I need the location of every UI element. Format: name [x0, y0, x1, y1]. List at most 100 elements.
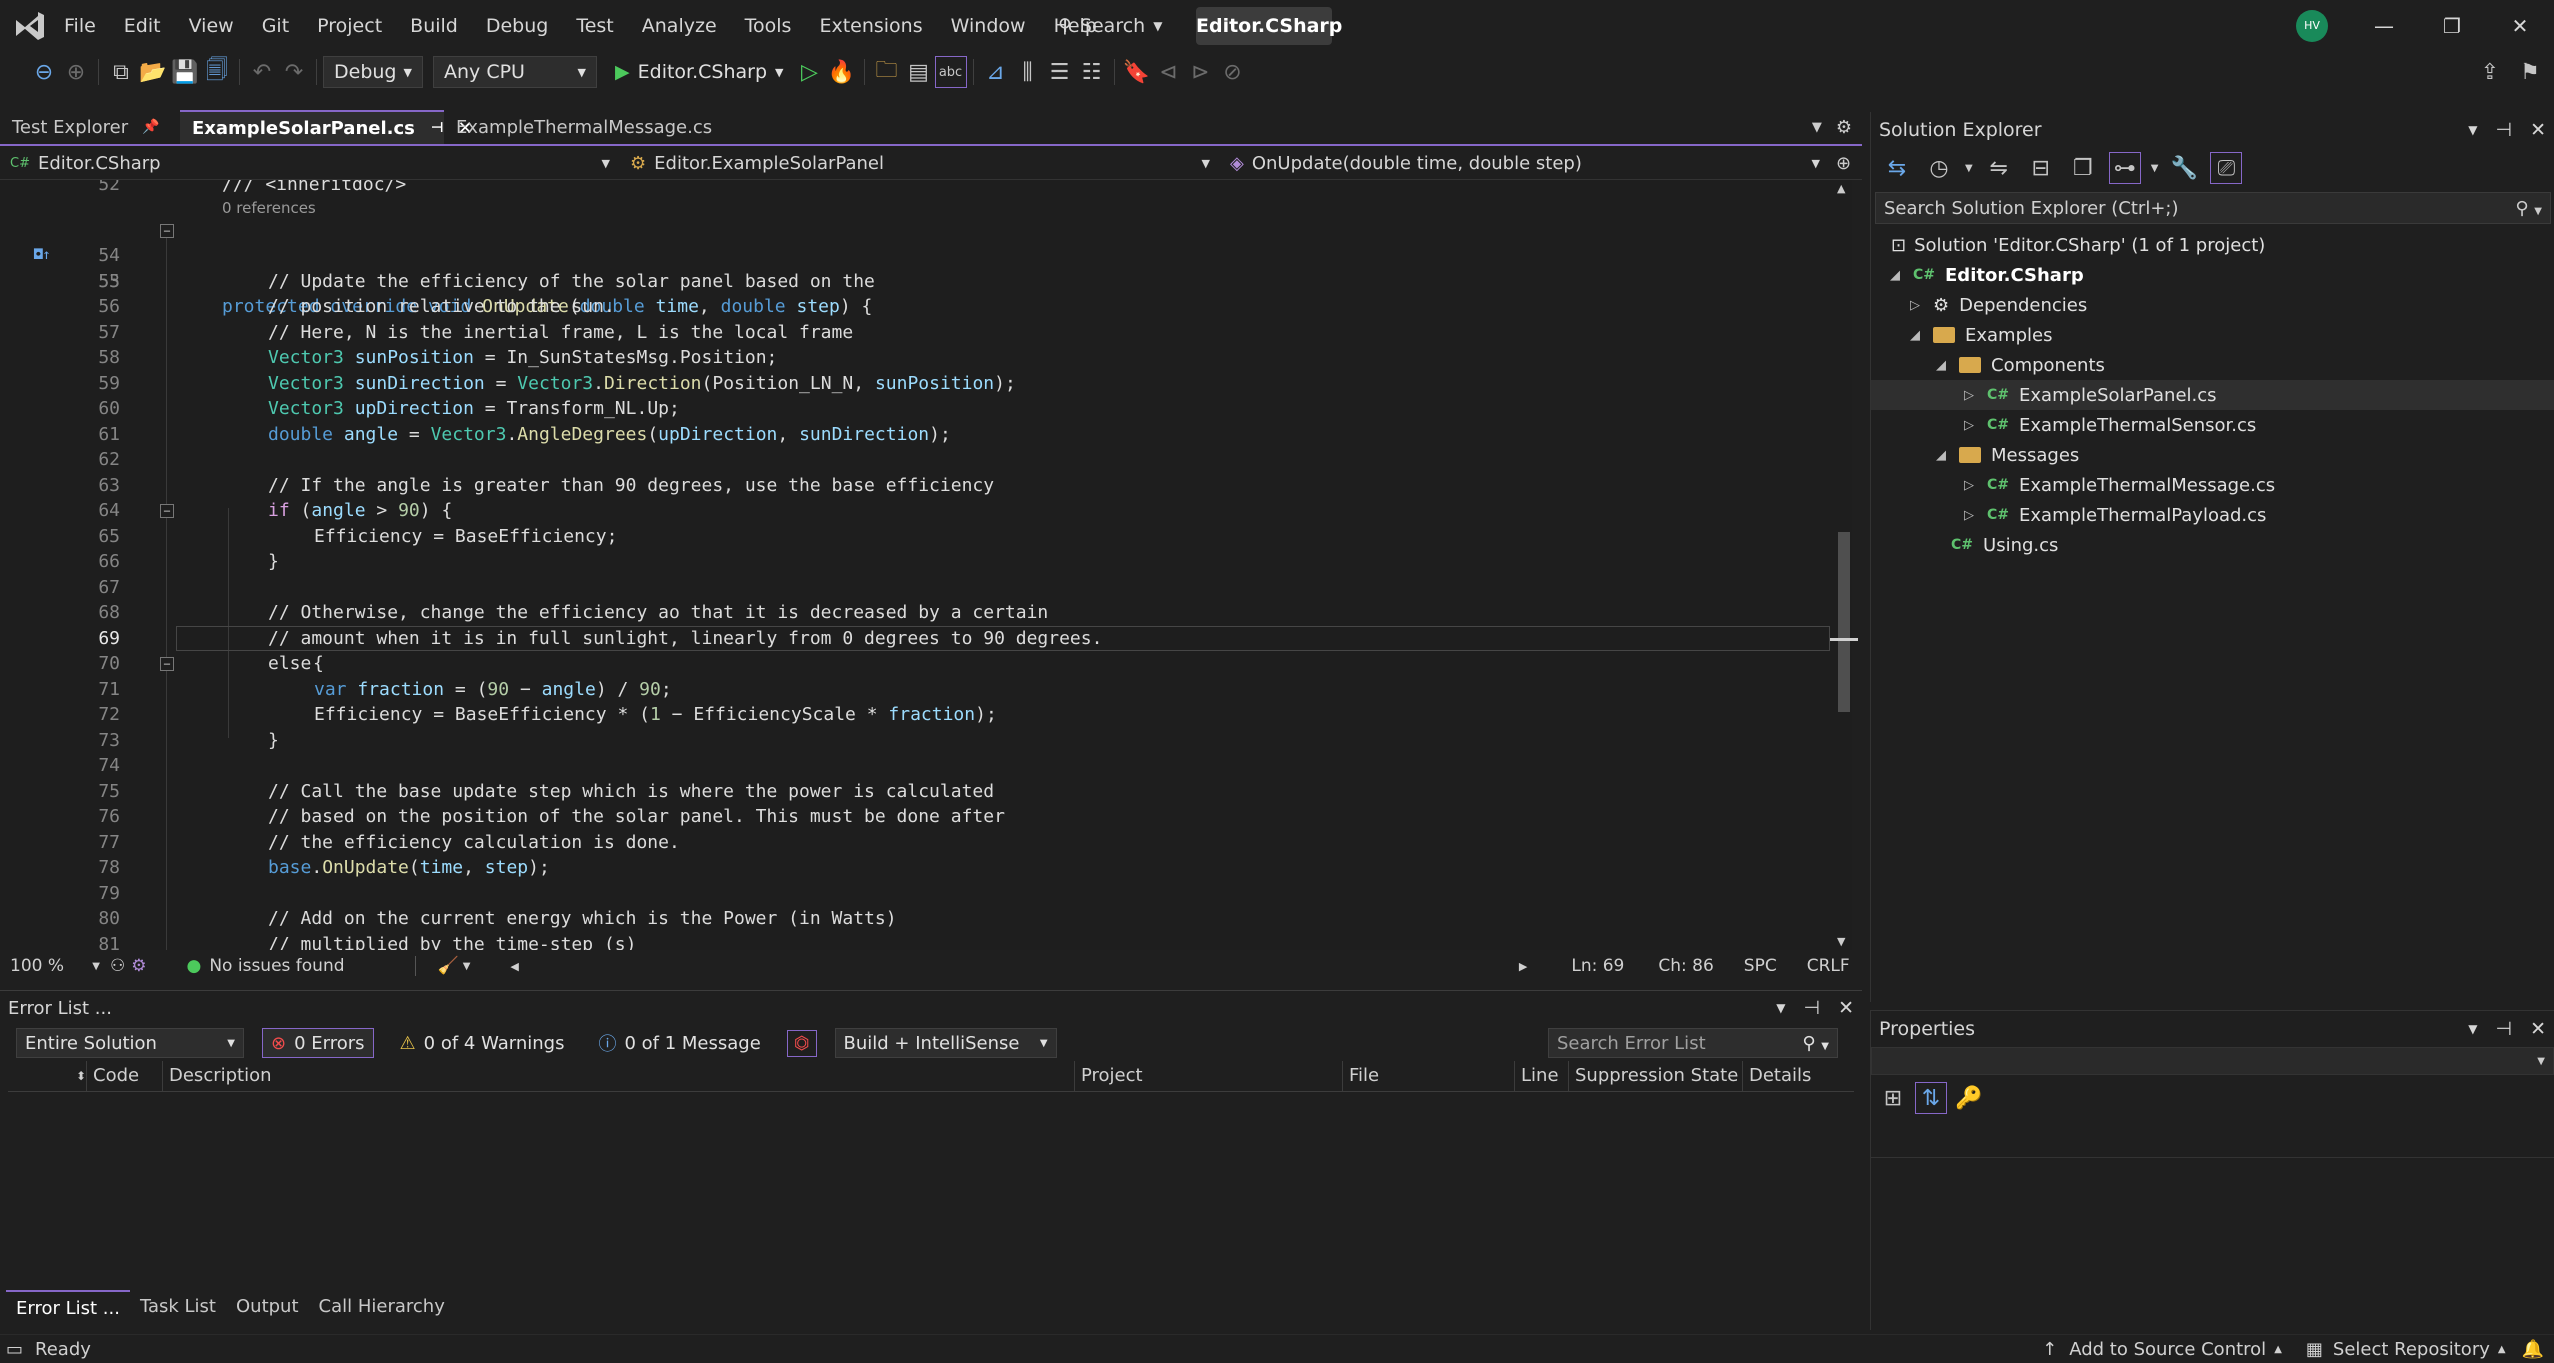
prev-bookmark-icon[interactable]: ⊲ — [1153, 56, 1185, 88]
scroll-left-icon[interactable]: ◀ — [510, 960, 518, 973]
properties-wrench-icon[interactable]: 🔧 — [2168, 152, 2200, 184]
window-position-icon[interactable]: ▼ — [2468, 1022, 2477, 1036]
clear-bookmarks-icon[interactable]: ⊘ — [1217, 56, 1249, 88]
start-debugging-button[interactable]: ▶ Editor.CSharp ▼ — [615, 61, 784, 83]
switch-views-icon[interactable]: ⊶ — [2108, 152, 2141, 184]
messages-filter-button[interactable]: ⓘ 0 of 1 Message — [590, 1028, 768, 1058]
column-details[interactable]: Details — [1742, 1061, 1811, 1091]
forward-icon[interactable]: ⊕ — [60, 56, 92, 88]
member-dropdown[interactable]: ◈ OnUpdate(double time, double step) ▼ — [1220, 148, 1830, 180]
open-folder-icon[interactable]: 📂 — [137, 56, 169, 88]
spell-check-icon[interactable]: abc — [934, 56, 967, 88]
window-position-icon[interactable]: ▼ — [2468, 123, 2477, 137]
undo-icon[interactable]: ↶ — [246, 56, 278, 88]
column-indicator[interactable]: Ch: 86 — [1658, 956, 1713, 976]
tab-example-solar-panel[interactable]: ExampleSolarPanel.cs ⊣ ✕ — [180, 110, 473, 144]
properties-object-select[interactable]: ▼ — [1871, 1047, 2554, 1075]
tree-file-thermal-message[interactable]: ▷ C# ExampleThermalMessage.cs — [1871, 470, 2554, 500]
tree-file-thermal-payload[interactable]: ▷ C# ExampleThermalPayload.cs — [1871, 500, 2554, 530]
code-editor[interactable]: 52/// <inheritdoc/> 0 references ◘↑ 53− … — [0, 180, 1852, 950]
close-icon[interactable]: ✕ — [1838, 997, 1854, 1019]
menu-edit[interactable]: Edit — [110, 0, 175, 52]
configuration-select[interactable]: Debug ▼ — [323, 56, 423, 88]
tab-test-explorer[interactable]: Test Explorer 📌 — [0, 110, 180, 144]
errors-filter-button[interactable]: ⊗ 0 Errors — [262, 1028, 374, 1058]
expanded-arrow-icon[interactable]: ◢ — [1885, 268, 1905, 283]
menu-extensions[interactable]: Extensions — [805, 0, 936, 52]
tree-folder-components[interactable]: ◢ Components — [1871, 350, 2554, 380]
menu-window[interactable]: Window — [937, 0, 1040, 52]
next-bookmark-icon[interactable]: ⊳ — [1185, 56, 1217, 88]
notifications-bell-icon[interactable]: 🔔 — [2522, 1339, 2544, 1360]
tab-task-list[interactable]: Task List — [130, 1290, 226, 1324]
select-repository-button[interactable]: Select Repository — [2333, 1339, 2490, 1360]
pin-icon[interactable]: ⊣ — [1804, 997, 1821, 1019]
menu-test[interactable]: Test — [562, 0, 627, 52]
tab-example-thermal-message[interactable]: ExampleThermalMessage.cs — [444, 110, 740, 144]
save-icon[interactable]: 💾 — [169, 56, 201, 88]
menu-project[interactable]: Project — [303, 0, 396, 52]
preview-icon[interactable]: ⎚ — [2210, 152, 2243, 184]
zoom-dropdown[interactable]: 100 % ▼ — [10, 956, 100, 976]
uncomment-icon[interactable]: ☷ — [1076, 56, 1108, 88]
show-all-files-icon[interactable]: ❐ — [2067, 152, 2099, 184]
editor-scroll-thumb[interactable] — [1838, 532, 1850, 712]
alphabetical-icon[interactable]: ⇅ — [1915, 1082, 1947, 1114]
platform-select[interactable]: Any CPU ▼ — [433, 56, 597, 88]
type-dropdown[interactable]: ⚙ Editor.ExampleSolarPanel ▼ — [620, 148, 1220, 180]
column-code[interactable]: Code — [86, 1061, 139, 1091]
categorized-icon[interactable]: ⊞ — [1877, 1082, 1909, 1114]
collapsed-arrow-icon[interactable]: ▷ — [1959, 508, 1979, 523]
expanded-arrow-icon[interactable]: ◢ — [1905, 328, 1925, 343]
whitespace-indicator[interactable]: SPC — [1744, 956, 1777, 976]
restore-button[interactable]: ❐ — [2418, 0, 2486, 52]
live-share-icon[interactable]: ⇪ — [2474, 56, 2506, 88]
tree-solution[interactable]: ⊡ Solution 'Editor.CSharp' (1 of 1 proje… — [1871, 230, 2554, 260]
tree-file-thermal-sensor[interactable]: ▷ C# ExampleThermalSensor.cs — [1871, 410, 2554, 440]
window-position-icon[interactable]: ▼ — [1776, 1001, 1785, 1015]
add-to-source-control-button[interactable]: Add to Source Control — [2069, 1339, 2266, 1360]
bookmark-icon[interactable]: 🔖 — [1121, 56, 1153, 88]
column-project[interactable]: Project — [1074, 1061, 1143, 1091]
history-icon[interactable]: ◷ — [1923, 152, 1955, 184]
collapsed-arrow-icon[interactable]: ▷ — [1959, 418, 1979, 433]
tab-output[interactable]: Output — [226, 1290, 309, 1324]
menu-debug[interactable]: Debug — [472, 0, 562, 52]
column-suppression-state[interactable]: Suppression State — [1568, 1061, 1738, 1091]
gear-icon[interactable]: ⚙ — [1836, 117, 1852, 138]
menu-tools[interactable]: Tools — [731, 0, 806, 52]
tree-dependencies[interactable]: ▷ ⚙ Dependencies — [1871, 290, 2554, 320]
warnings-filter-button[interactable]: ⚠ 0 of 4 Warnings — [392, 1028, 573, 1058]
avatar[interactable]: HV — [2296, 10, 2328, 42]
expanded-arrow-icon[interactable]: ◢ — [1931, 448, 1951, 463]
sync-icon[interactable]: ⇆ — [1881, 152, 1913, 184]
property-pages-icon[interactable]: 🔑 — [1953, 1082, 1985, 1114]
pin-icon[interactable]: ⊣ — [2496, 1018, 2513, 1040]
pin-icon[interactable]: ⊣ — [2496, 119, 2513, 141]
issues-status[interactable]: No issues found — [209, 956, 344, 976]
tree-file-solar-panel[interactable]: ▷ C# ExampleSolarPanel.cs — [1871, 380, 2554, 410]
tree-file-using[interactable]: C# Using.cs — [1871, 530, 2554, 560]
global-search-button[interactable]: ⚲ Search ▼ — [1058, 8, 1162, 44]
tab-error-list[interactable]: Error List ... — [6, 1290, 130, 1324]
close-icon[interactable]: ✕ — [2530, 119, 2546, 141]
column-line[interactable]: Line — [1514, 1061, 1559, 1091]
browse-folder-icon[interactable]: 🗀 — [871, 56, 903, 88]
error-source-dropdown[interactable]: Build + IntelliSense ▼ — [834, 1028, 1057, 1058]
redo-icon[interactable]: ↷ — [278, 56, 310, 88]
menu-view[interactable]: View — [175, 0, 248, 52]
project-dropdown[interactable]: C# Editor.CSharp ▼ — [0, 148, 620, 180]
close-icon[interactable]: ✕ — [2530, 1018, 2546, 1040]
line-indicator[interactable]: Ln: 69 — [1571, 956, 1624, 976]
collapsed-arrow-icon[interactable]: ▷ — [1905, 298, 1925, 313]
notification-area-icon[interactable]: ▭ — [6, 1339, 23, 1360]
menu-build[interactable]: Build — [396, 0, 472, 52]
new-item-icon[interactable]: ⧉ — [105, 56, 137, 88]
tree-folder-messages[interactable]: ◢ Messages — [1871, 440, 2554, 470]
comment-icon[interactable]: ☰ — [1044, 56, 1076, 88]
menu-file[interactable]: File — [50, 0, 110, 52]
code-cleanup-icon[interactable]: 🧹 — [438, 956, 459, 976]
minimize-button[interactable]: — — [2350, 0, 2418, 52]
collapsed-arrow-icon[interactable]: ▷ — [1959, 478, 1979, 493]
tab-call-hierarchy[interactable]: Call Hierarchy — [309, 1290, 455, 1324]
